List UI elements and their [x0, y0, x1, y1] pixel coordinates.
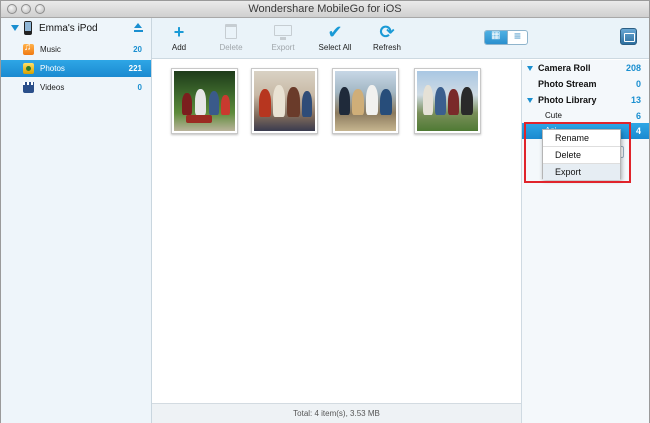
add-button-label: Add: [171, 43, 187, 52]
photo-image: [254, 71, 315, 131]
device-row[interactable]: Emma's iPod: [1, 18, 151, 40]
delete-button-label: Delete: [219, 43, 243, 52]
trash-icon: [225, 24, 237, 39]
refresh-button-label: Refresh: [372, 43, 401, 52]
sidebar: Emma's iPod Music 20 Photos 221 Videos 0: [1, 18, 152, 423]
album-count: 13: [630, 95, 641, 105]
select-all-button-label: Select All: [318, 43, 352, 52]
sidebar-item-label: Photos: [40, 64, 65, 73]
context-menu: Rename Delete Export: [542, 129, 621, 180]
sidebar-item-videos[interactable]: Videos 0: [1, 79, 151, 96]
expand-triangle-icon[interactable]: [11, 25, 19, 31]
grid-view-icon[interactable]: [485, 31, 507, 44]
album-count: 0: [635, 79, 641, 89]
album-label: Cute: [545, 111, 562, 120]
photo-image: [417, 71, 478, 131]
refresh-icon: ⟳: [379, 22, 395, 42]
menu-item-label: Export: [555, 167, 582, 177]
album-label: Camera Roll: [538, 63, 591, 73]
select-all-button[interactable]: ✔ Select All: [315, 21, 355, 57]
title-bar: Wondershare MobileGo for iOS: [1, 1, 649, 18]
music-icon: [23, 42, 34, 55]
sidebar-item-label: Videos: [40, 83, 65, 92]
photo-thumbnail[interactable]: [332, 68, 399, 134]
sidebar-item-count: 20: [133, 45, 142, 54]
photo-thumbnail[interactable]: [171, 68, 238, 134]
sidebar-item-count: 221: [128, 64, 142, 73]
view-toggle: [484, 30, 528, 45]
toolbar: + Add Delete Export ✔ Select All ⟳ Refre…: [152, 18, 649, 59]
context-menu-delete[interactable]: Delete: [543, 147, 620, 163]
status-bar: Total: 4 item(s), 3.53 MB: [152, 403, 521, 423]
photo-thumbnail[interactable]: [414, 68, 481, 134]
window-title: Wondershare MobileGo for iOS: [248, 3, 402, 15]
context-menu-export[interactable]: Export: [543, 164, 620, 180]
album-count: 208: [625, 63, 641, 73]
photo-image: [174, 71, 235, 131]
export-button-label: Export: [271, 43, 295, 52]
album-panel: Camera Roll 208 Photo Stream 0 Photo Lib…: [521, 60, 649, 423]
album-cute[interactable]: Cute 6: [522, 108, 649, 124]
album-photo-stream[interactable]: Photo Stream 0: [522, 76, 649, 92]
sidebar-item-music[interactable]: Music 20: [1, 41, 151, 58]
expand-triangle-icon[interactable]: [527, 66, 533, 71]
checkmark-icon: ✔: [327, 22, 343, 42]
expand-triangle-icon[interactable]: [527, 98, 533, 103]
videos-icon: [23, 82, 34, 93]
toolbox-icon[interactable]: [620, 28, 637, 45]
sidebar-item-label: Music: [40, 45, 61, 54]
album-count: 4: [635, 126, 641, 136]
refresh-button[interactable]: ⟳ Refresh: [367, 21, 407, 57]
menu-item-label: Rename: [555, 133, 590, 143]
menu-item-label: Delete: [555, 150, 582, 160]
export-button[interactable]: Export: [263, 21, 303, 57]
export-icon: [274, 25, 292, 40]
album-label: Photo Library: [538, 95, 597, 105]
list-view-icon[interactable]: [507, 31, 527, 44]
ipod-icon: [24, 21, 32, 35]
status-text: Total: 4 item(s), 3.53 MB: [293, 409, 380, 418]
add-button[interactable]: + Add: [159, 21, 199, 57]
photo-image: [335, 71, 396, 131]
device-name: Emma's iPod: [39, 23, 98, 34]
app-window: Wondershare MobileGo for iOS Emma's iPod…: [0, 0, 650, 423]
photo-grid: [152, 60, 521, 403]
album-camera-roll[interactable]: Camera Roll 208: [522, 60, 649, 76]
context-menu-rename[interactable]: Rename: [543, 130, 620, 146]
delete-button[interactable]: Delete: [211, 21, 251, 57]
plus-icon: +: [173, 22, 185, 42]
sidebar-item-count: 0: [137, 83, 142, 92]
sidebar-item-photos[interactable]: Photos 221: [1, 60, 151, 77]
eject-icon[interactable]: [134, 23, 143, 33]
album-label: Photo Stream: [538, 79, 597, 89]
album-photo-library[interactable]: Photo Library 13: [522, 92, 649, 108]
photo-thumbnail[interactable]: [251, 68, 318, 134]
photos-icon: [23, 63, 34, 74]
album-count: 6: [635, 111, 641, 121]
